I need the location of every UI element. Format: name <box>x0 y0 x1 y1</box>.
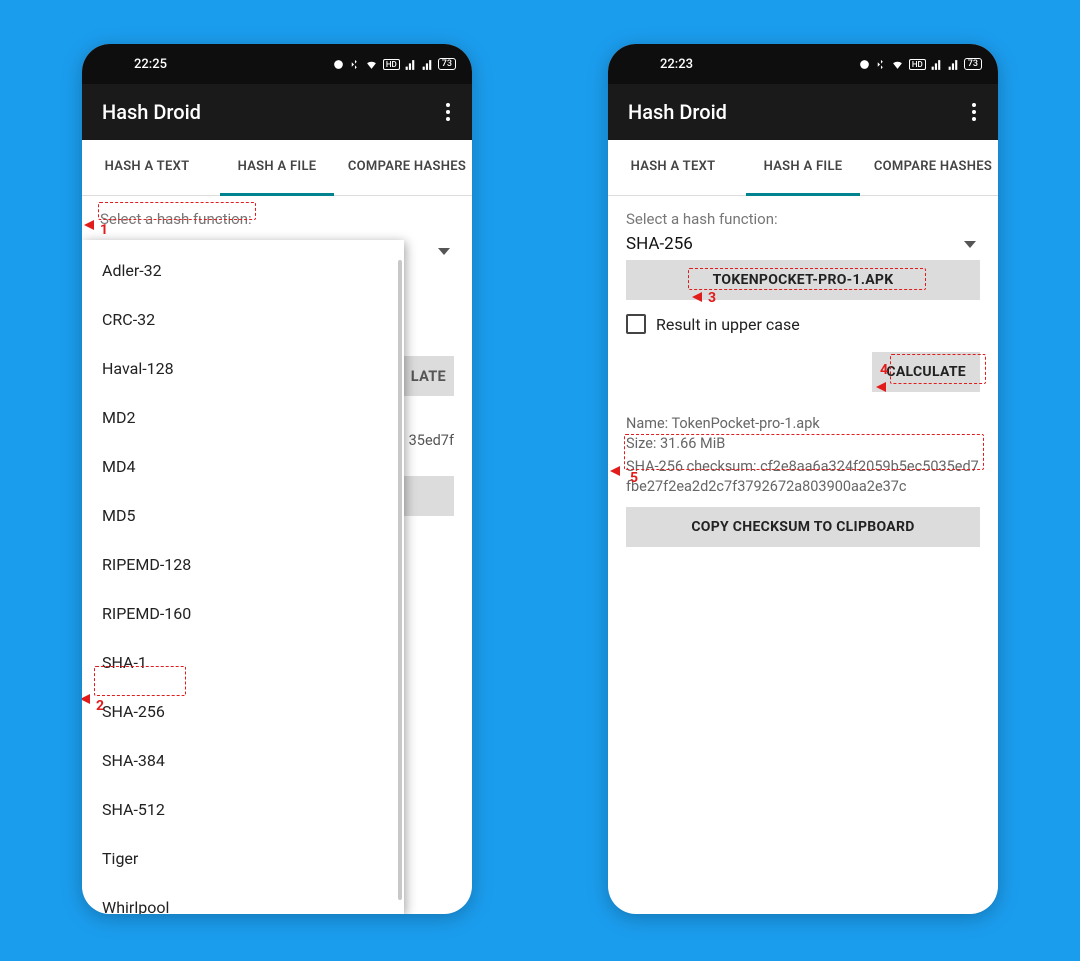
signal-2-icon <box>421 58 434 71</box>
hash-option-sha384[interactable]: SHA-384 <box>82 736 404 785</box>
hash-option-ripemd160[interactable]: RIPEMD-160 <box>82 589 404 638</box>
status-icons: HD 73 <box>858 58 982 71</box>
app-title: Hash Droid <box>102 100 201 124</box>
hash-option-tiger[interactable]: Tiger <box>82 834 404 883</box>
overflow-menu-icon[interactable] <box>964 95 984 129</box>
hash-option-ripemd128[interactable]: RIPEMD-128 <box>82 540 404 589</box>
hash-option-sha1[interactable]: SHA-1 <box>82 638 404 687</box>
status-bar: 22:25 HD 73 <box>82 44 472 84</box>
bluetooth-icon <box>875 58 886 71</box>
hash-option-haval128[interactable]: Haval-128 <box>82 344 404 393</box>
phone-left: 22:25 HD 73 Hash Droid HASH A TEXT HASH … <box>82 44 472 914</box>
hash-option-sha256[interactable]: SHA-256 <box>82 687 404 736</box>
tab-compare-hashes[interactable]: COMPARE HASHES <box>868 140 998 195</box>
hash-option-crc32[interactable]: CRC-32 <box>82 295 404 344</box>
uppercase-checkbox[interactable] <box>626 314 646 334</box>
tab-hash-a-file[interactable]: HASH A FILE <box>212 140 342 195</box>
phone-right: 22:23 HD 73 Hash Droid HASH A TEXT HASH … <box>608 44 998 914</box>
bluetooth-icon <box>349 58 360 71</box>
overflow-menu-icon[interactable] <box>438 95 458 129</box>
status-time: 22:23 <box>660 57 693 72</box>
checksum-peek: 35ed7f <box>409 432 454 449</box>
result-size: Size: 31.66 MiB <box>626 434 980 454</box>
wifi-icon <box>890 58 905 71</box>
signal-1-icon <box>930 58 943 71</box>
select-hash-label: Select a hash function: <box>100 210 454 228</box>
tab-hash-a-file[interactable]: HASH A FILE <box>738 140 868 195</box>
status-time: 22:25 <box>134 57 167 72</box>
hash-dropdown[interactable]: SHA-256 <box>626 228 980 258</box>
content-area: Select a hash function: <box>82 196 472 228</box>
tab-row: HASH A TEXT HASH A FILE COMPARE HASHES <box>82 140 472 196</box>
result-name: Name: TokenPocket-pro-1.apk <box>626 414 980 434</box>
hash-option-whirlpool[interactable]: Whirlpool <box>82 883 404 914</box>
tab-row: HASH A TEXT HASH A FILE COMPARE HASHES <box>608 140 998 196</box>
result-checksum: SHA-256 checksum: cf2e8aa6a324f2059b5ec5… <box>626 457 980 498</box>
status-bar: 22:23 HD 73 <box>608 44 998 84</box>
dropdown-scrollbar[interactable] <box>398 260 402 900</box>
content-area: Select a hash function: SHA-256 TOKENPOC… <box>608 196 998 547</box>
select-hash-label: Select a hash function: <box>626 210 980 228</box>
alarm-icon <box>858 58 871 71</box>
hash-dropdown-menu: Adler-32 CRC-32 Haval-128 MD2 MD4 MD5 RI… <box>82 240 404 914</box>
status-icons: HD 73 <box>332 58 456 71</box>
battery-icon: 73 <box>964 58 982 70</box>
hash-option-adler32[interactable]: Adler-32 <box>82 246 404 295</box>
dropdown-chevron[interactable] <box>438 248 452 255</box>
hd-icon: HD <box>909 59 926 70</box>
wifi-icon <box>364 58 379 71</box>
uppercase-label: Result in upper case <box>656 315 800 334</box>
alarm-icon <box>332 58 345 71</box>
file-button[interactable]: TOKENPOCKET-PRO-1.APK <box>626 260 980 300</box>
tab-compare-hashes[interactable]: COMPARE HASHES <box>342 140 472 195</box>
app-title: Hash Droid <box>628 100 727 124</box>
hash-option-sha512[interactable]: SHA-512 <box>82 785 404 834</box>
app-title-bar: Hash Droid <box>82 84 472 140</box>
signal-1-icon <box>404 58 417 71</box>
hash-option-md5[interactable]: MD5 <box>82 491 404 540</box>
battery-icon: 73 <box>438 58 456 70</box>
signal-2-icon <box>947 58 960 71</box>
app-title-bar: Hash Droid <box>608 84 998 140</box>
chevron-down-icon <box>964 241 976 248</box>
copy-checksum-button[interactable]: COPY CHECKSUM TO CLIPBOARD <box>626 507 980 547</box>
uppercase-row[interactable]: Result in upper case <box>626 314 980 334</box>
hash-option-md4[interactable]: MD4 <box>82 442 404 491</box>
tab-hash-a-text[interactable]: HASH A TEXT <box>608 140 738 195</box>
checksum-label: SHA-256 checksum: <box>626 458 760 475</box>
hash-dropdown-value: SHA-256 <box>626 234 693 254</box>
tab-hash-a-text[interactable]: HASH A TEXT <box>82 140 212 195</box>
calculate-button[interactable]: CALCULATE <box>872 352 980 392</box>
hash-option-md2[interactable]: MD2 <box>82 393 404 442</box>
hd-icon: HD <box>383 59 400 70</box>
